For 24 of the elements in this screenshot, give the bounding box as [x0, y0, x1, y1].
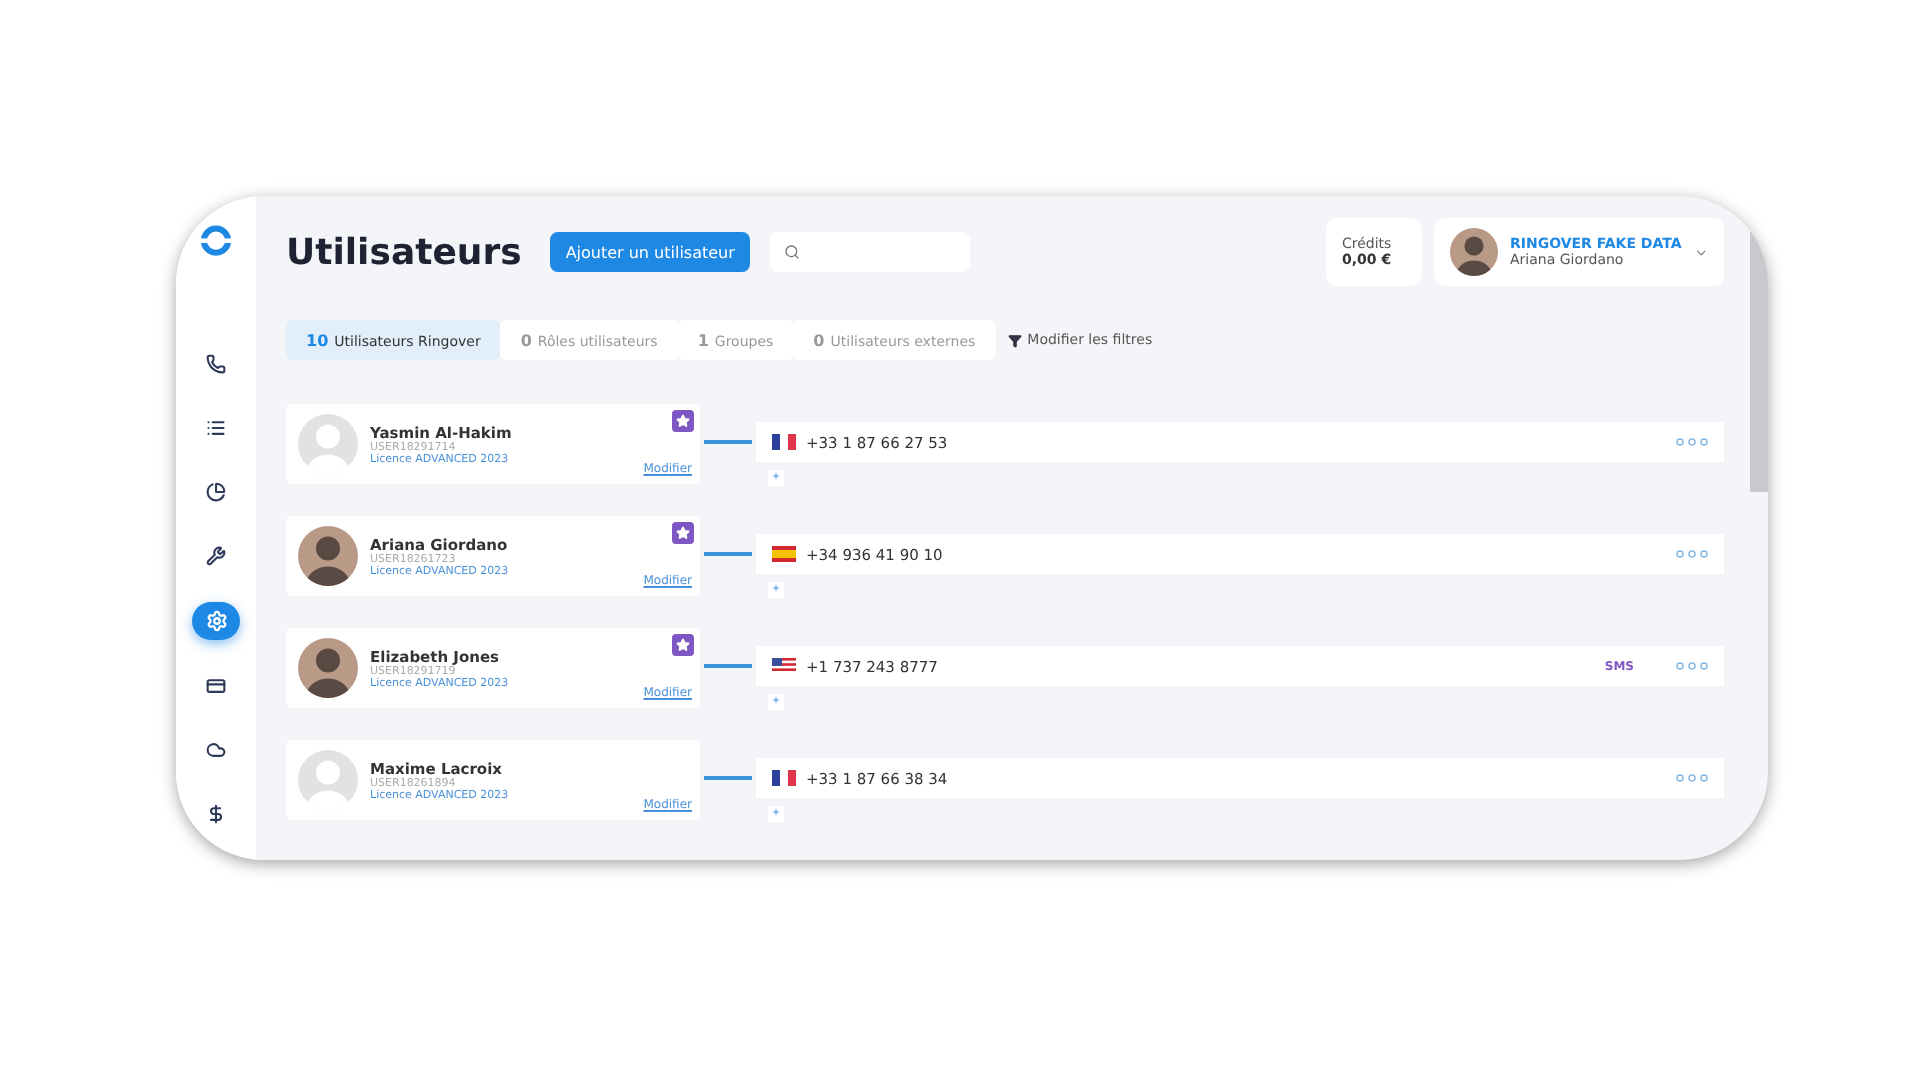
add-user-button[interactable]: Ajouter un utilisateur [549, 232, 751, 272]
filter-icon [1007, 333, 1022, 347]
avatar [1450, 228, 1498, 276]
search-field[interactable] [770, 232, 971, 272]
cloud-icon [206, 739, 226, 760]
flag-icon [772, 770, 796, 786]
page-title: Utilisateurs [286, 231, 522, 273]
avatar [298, 638, 358, 698]
settings-icon [205, 609, 227, 632]
pie-chart-icon [206, 482, 226, 503]
avatar [298, 414, 358, 474]
logo-icon [194, 224, 238, 258]
list-icon [206, 417, 226, 438]
flag-icon [772, 434, 796, 450]
phone-icon [206, 353, 226, 374]
wrench-icon [206, 546, 226, 567]
flag-icon [772, 546, 796, 562]
avatar [298, 526, 358, 586]
dollar-icon [206, 803, 226, 824]
flag-icon [772, 658, 796, 674]
scrollbar[interactable] [1750, 232, 1768, 492]
avatar [298, 750, 358, 810]
search-icon [784, 244, 801, 260]
card-icon [206, 675, 226, 696]
